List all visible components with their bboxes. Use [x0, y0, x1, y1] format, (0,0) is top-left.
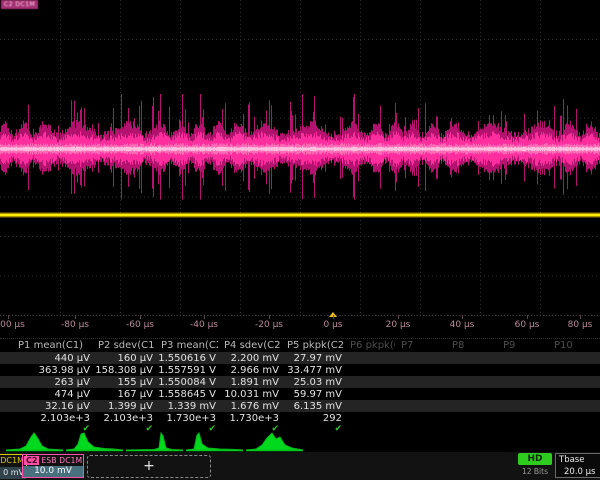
axis-time-label: 80 µs — [568, 320, 593, 330]
measure-value: 1.730e+3 — [155, 413, 218, 424]
measure-row: 363.98 µV158.308 µV1.557591 V2.966 mV33.… — [0, 364, 600, 376]
measure-value: 2.103e+3 — [0, 413, 92, 424]
measure-value: 292 — [281, 413, 344, 424]
measure-value: 1.891 mV — [218, 377, 281, 388]
measure-value: 6.135 mV — [281, 401, 344, 412]
waveform-plot-area[interactable]: C2 DC1M — [0, 0, 600, 316]
param-header-10[interactable]: P10 — [548, 340, 599, 351]
histicon-P5[interactable] — [246, 430, 304, 452]
param-header-2[interactable]: P2 sdev(C1) — [92, 340, 155, 351]
axis-tick — [140, 315, 141, 319]
axis-tick — [8, 315, 9, 319]
measure-row: 440 µV160 µV1.550616 V2.200 mV27.97 mV — [0, 352, 600, 364]
axis-time-label: 60 µs — [515, 320, 540, 330]
timebase-axis: -100 µs -80 µs -60 µs -40 µs -20 µs 0 µs 20 µs… — [0, 315, 600, 337]
c1-flat-trace — [0, 0, 600, 316]
measure-value: 1.557591 V — [155, 365, 218, 376]
measure-value: 25.03 mV — [281, 377, 344, 388]
axis-tick — [204, 315, 205, 319]
measure-value: 59.97 mV — [281, 389, 344, 400]
axis-time-label: -20 µs — [255, 320, 283, 330]
measure-value: 27.97 mV — [281, 353, 344, 364]
add-trace-button[interactable]: + — [87, 455, 211, 478]
measure-row: 263 µV155 µV1.550084 V1.891 mV25.03 mV — [0, 376, 600, 388]
hd-badge: HD — [518, 453, 552, 465]
measure-value: 474 µV — [0, 389, 92, 400]
param-header-1[interactable]: P1 mean(C1) — [0, 340, 92, 351]
c2-channel-badge: C2 — [24, 456, 39, 465]
measure-value: 155 µV — [92, 377, 155, 388]
measure-value: 160 µV — [92, 353, 155, 364]
axis-time-label: -80 µs — [61, 320, 89, 330]
c2-vertical-scale: 10.0 mV — [23, 466, 83, 477]
bottom-toolbar: DC1M 0 mV C2 ESB DC1M 10.0 mV + HD 12 Bi… — [0, 452, 600, 480]
axis-time-label: 40 µs — [450, 320, 475, 330]
axis-time-label: 0 µs — [323, 320, 342, 330]
histicon-P2[interactable] — [66, 430, 124, 452]
timebase-box[interactable]: Tbase 20.0 µs — [555, 453, 600, 478]
measure-value: 2.103e+3 — [92, 413, 155, 424]
measure-value: 2.200 mV — [218, 353, 281, 364]
param-header-6[interactable]: P6 pkpk(C3) — [344, 340, 395, 351]
measure-value: 1.550616 V — [155, 353, 218, 364]
histicon-P4[interactable] — [186, 430, 244, 452]
histicon-P3[interactable] — [126, 430, 184, 452]
axis-tick — [398, 315, 399, 319]
axis-time-label: -40 µs — [190, 320, 218, 330]
c2-descriptor-box[interactable]: C2 ESB DC1M 10.0 mV — [22, 454, 84, 478]
hd-bits-label: 12 Bits — [517, 467, 553, 476]
measure-value: 363.98 µV — [0, 365, 92, 376]
measure-value: 1.730e+3 — [218, 413, 281, 424]
measure-value: 1.339 mV — [155, 401, 218, 412]
param-header-7[interactable]: P7 — [395, 340, 446, 351]
measure-value: 1.550084 V — [155, 377, 218, 388]
measure-value: 1.399 µV — [92, 401, 155, 412]
measure-value: 2.966 mV — [218, 365, 281, 376]
measure-value: 32.16 µV — [0, 401, 92, 412]
timebase-value: 20.0 µs — [556, 465, 600, 477]
axis-tick — [527, 315, 528, 319]
trace-overlay-badge: C2 DC1M — [1, 0, 38, 9]
axis-time-label: 20 µs — [386, 320, 411, 330]
measure-value: 167 µV — [92, 389, 155, 400]
measure-value: 263 µV — [0, 377, 92, 388]
histicon-row — [0, 430, 600, 452]
axis-time-label: -60 µs — [126, 320, 154, 330]
measure-value: 10.031 mV — [218, 389, 281, 400]
measure-value: 440 µV — [0, 353, 92, 364]
param-header-5[interactable]: P5 pkpk(C2) — [281, 340, 344, 351]
axis-tick — [269, 315, 270, 319]
plus-icon: + — [143, 458, 155, 474]
axis-tick — [462, 315, 463, 319]
timebase-label: Tbase — [556, 454, 600, 465]
param-header-8[interactable]: P8 — [446, 340, 497, 351]
measure-value: 33.477 mV — [281, 365, 344, 376]
measure-value: 1.676 mV — [218, 401, 281, 412]
oscilloscope-screen: C2 DC1M -100 µs -80 µs -60 µs -40 µs -20 µs 0… — [0, 0, 600, 480]
axis-time-label: -100 µs — [0, 320, 25, 330]
measure-value: 158.308 µV — [92, 365, 155, 376]
c2-coupling: ESB DC1M — [41, 456, 82, 465]
param-header-4[interactable]: P4 sdev(C2) — [218, 340, 281, 351]
measure-row: 474 µV167 µV1.558645 V10.031 mV59.97 mV — [0, 388, 600, 400]
axis-tick — [75, 315, 76, 319]
param-header-3[interactable]: P3 mean(C2) — [155, 340, 218, 351]
measure-row: 32.16 µV1.399 µV1.339 mV1.676 mV6.135 mV — [0, 400, 600, 412]
hd-indicator: HD 12 Bits — [517, 453, 553, 476]
measurement-table: P1 mean(C1)P2 sdev(C1)P3 mean(C2)P4 sdev… — [0, 338, 600, 434]
axis-tick — [580, 315, 581, 319]
axis-tick — [333, 315, 334, 319]
histicon-P1[interactable] — [6, 430, 64, 452]
measure-value: 1.558645 V — [155, 389, 218, 400]
param-header-9[interactable]: P9 — [497, 340, 548, 351]
